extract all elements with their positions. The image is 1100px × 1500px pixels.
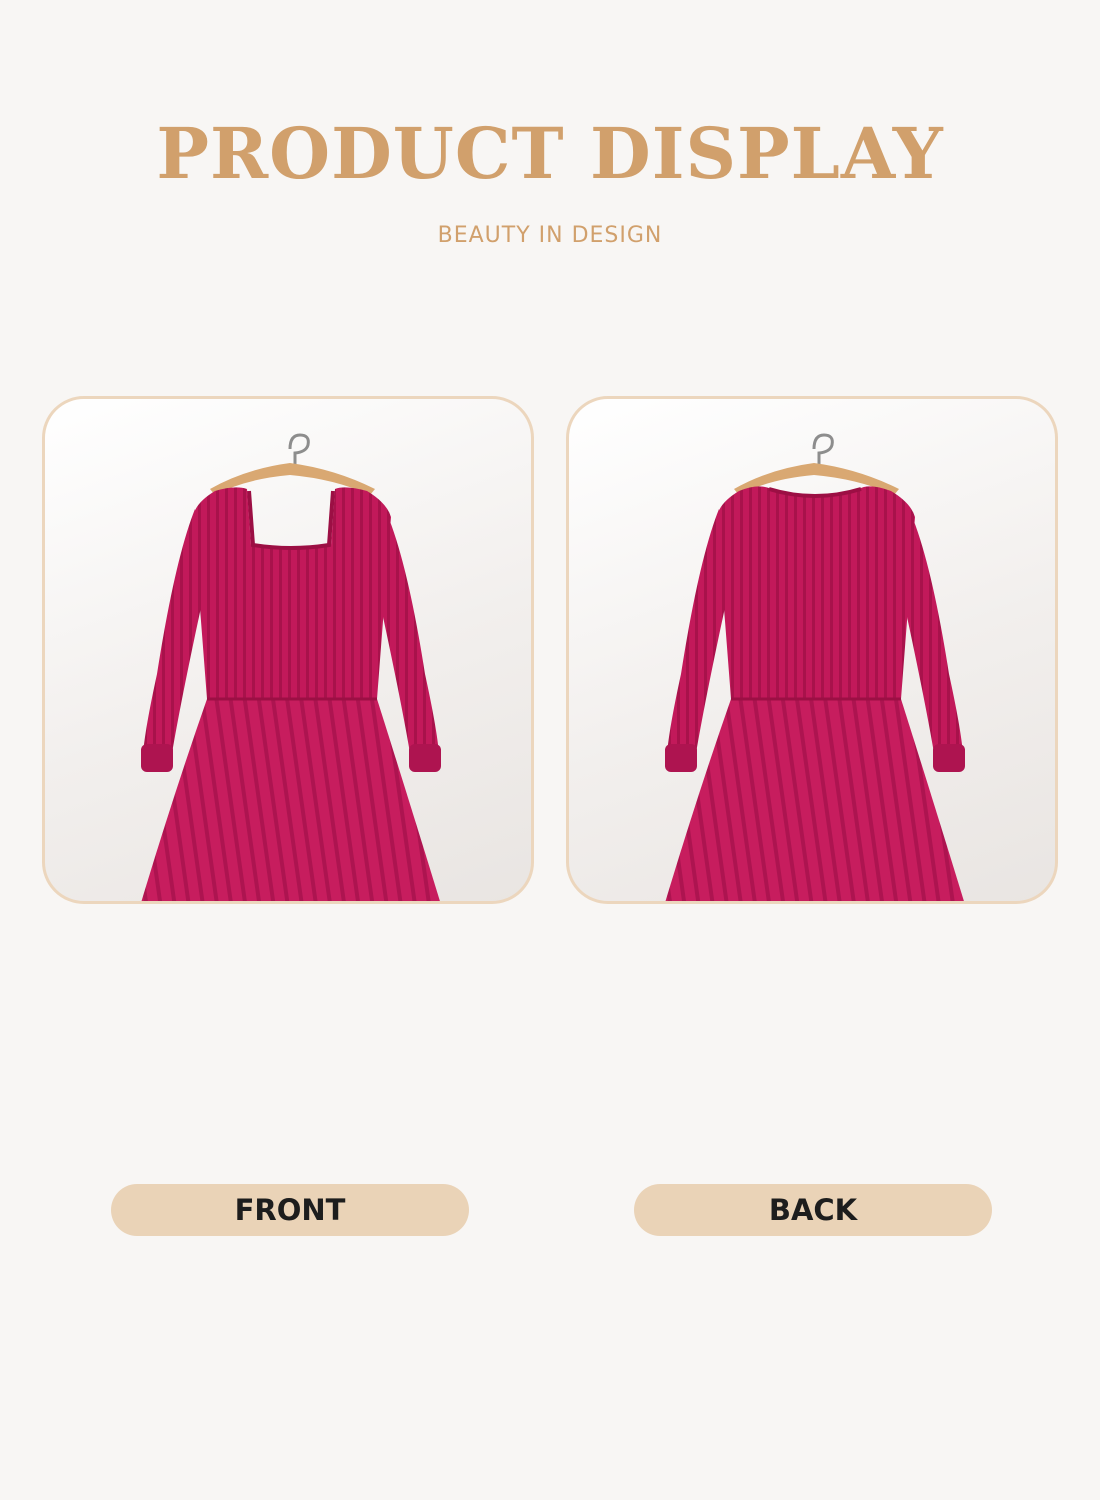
- back-view-panel: [566, 396, 1058, 904]
- page-subtitle: BEAUTY IN DESIGN: [437, 223, 663, 248]
- front-view-label: FRONT: [111, 1184, 469, 1236]
- hanger-hook-icon: [288, 433, 310, 465]
- dress-front-image: [141, 433, 441, 901]
- hanger-hook-icon: [812, 433, 834, 465]
- page-title: PRODUCT DISPLAY: [156, 112, 944, 195]
- dress-back-image: [665, 433, 965, 901]
- back-view-label: BACK: [634, 1184, 992, 1236]
- front-view-panel: [42, 396, 534, 904]
